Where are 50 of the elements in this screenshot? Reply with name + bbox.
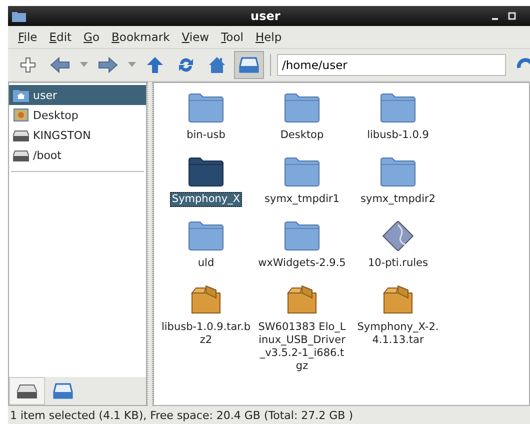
caret-icon bbox=[128, 62, 136, 68]
place-label: user bbox=[33, 88, 57, 102]
home-folder-icon bbox=[13, 88, 29, 102]
refresh-icon bbox=[177, 56, 195, 74]
folder-icon[interactable] bbox=[188, 157, 224, 187]
folder-icon bbox=[12, 10, 26, 22]
place-label: Desktop bbox=[33, 108, 78, 122]
sidebar-item[interactable]: /boot bbox=[9, 145, 146, 165]
menu-item[interactable]: Tool bbox=[221, 30, 244, 44]
file-name[interactable]: Symphony_X-2.4.1.13.tar bbox=[351, 320, 445, 348]
maximize-icon[interactable] bbox=[508, 12, 516, 20]
menu-item[interactable]: Go bbox=[84, 30, 100, 44]
file-name[interactable]: symx_tmpdir2 bbox=[358, 192, 438, 207]
file-name[interactable]: bin-usb bbox=[184, 128, 228, 143]
caret-icon bbox=[80, 62, 88, 68]
file-name[interactable]: Symphony_X bbox=[170, 192, 242, 207]
sidebar-item[interactable]: Desktop bbox=[9, 105, 146, 125]
sidebar-toggle-button[interactable] bbox=[234, 51, 264, 79]
left-arrow-icon bbox=[50, 56, 70, 74]
drive-tab[interactable] bbox=[9, 377, 45, 405]
menu-item[interactable]: View bbox=[182, 30, 210, 44]
location-field[interactable]: /home/user bbox=[276, 54, 506, 76]
home-icon bbox=[208, 56, 226, 74]
menu-item[interactable]: Edit bbox=[49, 30, 72, 44]
drive-icon bbox=[17, 383, 37, 399]
drive-icon bbox=[13, 128, 29, 142]
menu-item[interactable]: Bookmark bbox=[112, 30, 170, 44]
window-title: user bbox=[250, 9, 280, 23]
file-name[interactable]: symx_tmpdir1 bbox=[262, 192, 342, 207]
file-name[interactable]: libusb-1.0.9.tar.bz2 bbox=[159, 320, 253, 348]
sidebar-item[interactable]: KINGSTON bbox=[9, 125, 146, 145]
place-label: /boot bbox=[33, 148, 62, 162]
up-arrow-icon bbox=[146, 56, 164, 74]
place-label: KINGSTON bbox=[33, 128, 91, 142]
file-name[interactable]: Desktop bbox=[278, 128, 326, 143]
file-name[interactable]: 10-pti.rules bbox=[366, 256, 430, 271]
file-name[interactable]: SW601383 Elo_Linux_USB_Driver_v3.5.2-1_i686.tgz bbox=[255, 320, 349, 374]
sidebar-item[interactable]: user bbox=[9, 85, 146, 105]
file-name[interactable]: wxWidgets-2.9.5 bbox=[256, 256, 348, 271]
file-name[interactable]: uld bbox=[196, 256, 216, 271]
drive-icon bbox=[53, 383, 73, 399]
file-name[interactable]: libusb-1.0.9 bbox=[365, 128, 431, 143]
menu-item[interactable]: Help bbox=[255, 30, 282, 44]
diamond-file-icon[interactable] bbox=[380, 221, 416, 251]
drive-icon bbox=[239, 56, 259, 74]
plus-icon bbox=[19, 56, 37, 74]
desktop-icon bbox=[13, 108, 29, 122]
menu-item[interactable]: File bbox=[18, 30, 38, 44]
drive-icon bbox=[13, 148, 29, 162]
right-arrow-icon bbox=[98, 56, 118, 74]
